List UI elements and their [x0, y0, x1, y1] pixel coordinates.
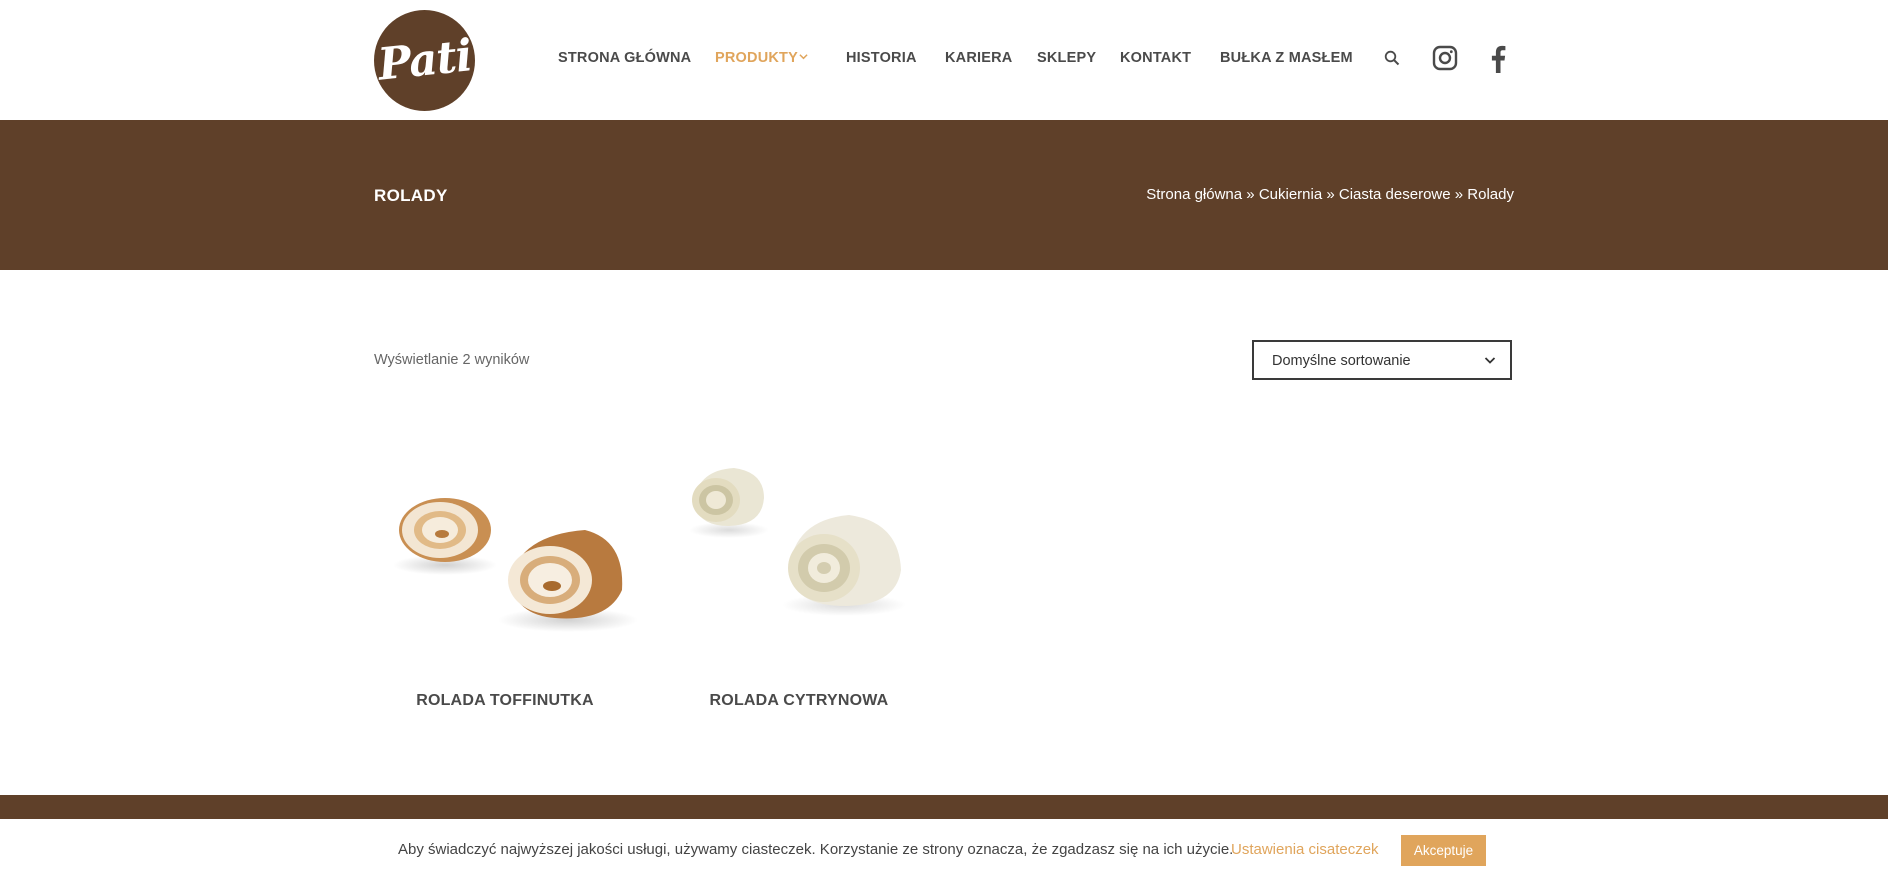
breadcrumb: Strona główna » Cukiernia » Ciasta deser… [1146, 186, 1514, 203]
nav-item-produkty[interactable]: PRODUKTY [715, 50, 798, 66]
result-count: Wyświetlanie 2 wyników [374, 352, 530, 368]
cookie-notice-text: Aby świadczyć najwyższej jakości usługi,… [398, 841, 1234, 858]
chevron-down-icon[interactable] [799, 52, 808, 61]
nav-item-historia[interactable]: HISTORIA [846, 50, 917, 66]
nav-item-sklepy[interactable]: SKLEPY [1037, 50, 1096, 66]
breadcrumb-separator: » [1246, 186, 1259, 203]
cookie-bar: Aby świadczyć najwyższej jakości usługi,… [0, 819, 1888, 883]
breadcrumb-current: Rolady [1467, 186, 1514, 203]
breadcrumb-separator: » [1454, 186, 1468, 203]
nav-item-kontakt[interactable]: KONTAKT [1120, 50, 1191, 66]
product-image[interactable] [664, 430, 934, 670]
cookie-accept-button[interactable]: Akceptuje [1401, 835, 1486, 866]
page-banner: ROLADY Strona główna » Cukiernia » Ciast… [0, 120, 1888, 270]
site-header: Pati STRONA GŁÓWNA PRODUKTY HISTORIA KAR… [0, 0, 1888, 120]
cookie-settings-link[interactable]: Ustawienia cisateczek [1231, 841, 1379, 858]
product-name[interactable]: ROLADA TOFFINUTKA [370, 692, 640, 710]
breadcrumb-home[interactable]: Strona główna [1146, 186, 1242, 203]
instagram-icon[interactable] [1432, 45, 1458, 71]
nav-item-home[interactable]: STRONA GŁÓWNA [558, 50, 691, 66]
page-title: ROLADY [374, 186, 448, 205]
breadcrumb-separator: » [1326, 186, 1339, 203]
logo[interactable]: Pati [374, 10, 475, 111]
breadcrumb-ciasta-deserowe[interactable]: Ciasta deserowe [1339, 186, 1451, 203]
product-image[interactable] [370, 430, 640, 670]
sort-select[interactable]: Domyślne sortowanie [1252, 340, 1512, 380]
footer [0, 795, 1888, 819]
search-icon[interactable] [1384, 50, 1400, 66]
chevron-down-icon [1484, 357, 1496, 364]
logo-text: Pati [375, 30, 474, 91]
breadcrumb-cukiernia[interactable]: Cukiernia [1259, 186, 1322, 203]
sort-select-value: Domyślne sortowanie [1272, 353, 1411, 369]
nav-item-bulka[interactable]: BUŁKA Z MASŁEM [1220, 50, 1353, 66]
facebook-icon[interactable] [1490, 45, 1506, 73]
product-name[interactable]: ROLADA CYTRYNOWA [664, 692, 934, 710]
nav-item-kariera[interactable]: KARIERA [945, 50, 1012, 66]
